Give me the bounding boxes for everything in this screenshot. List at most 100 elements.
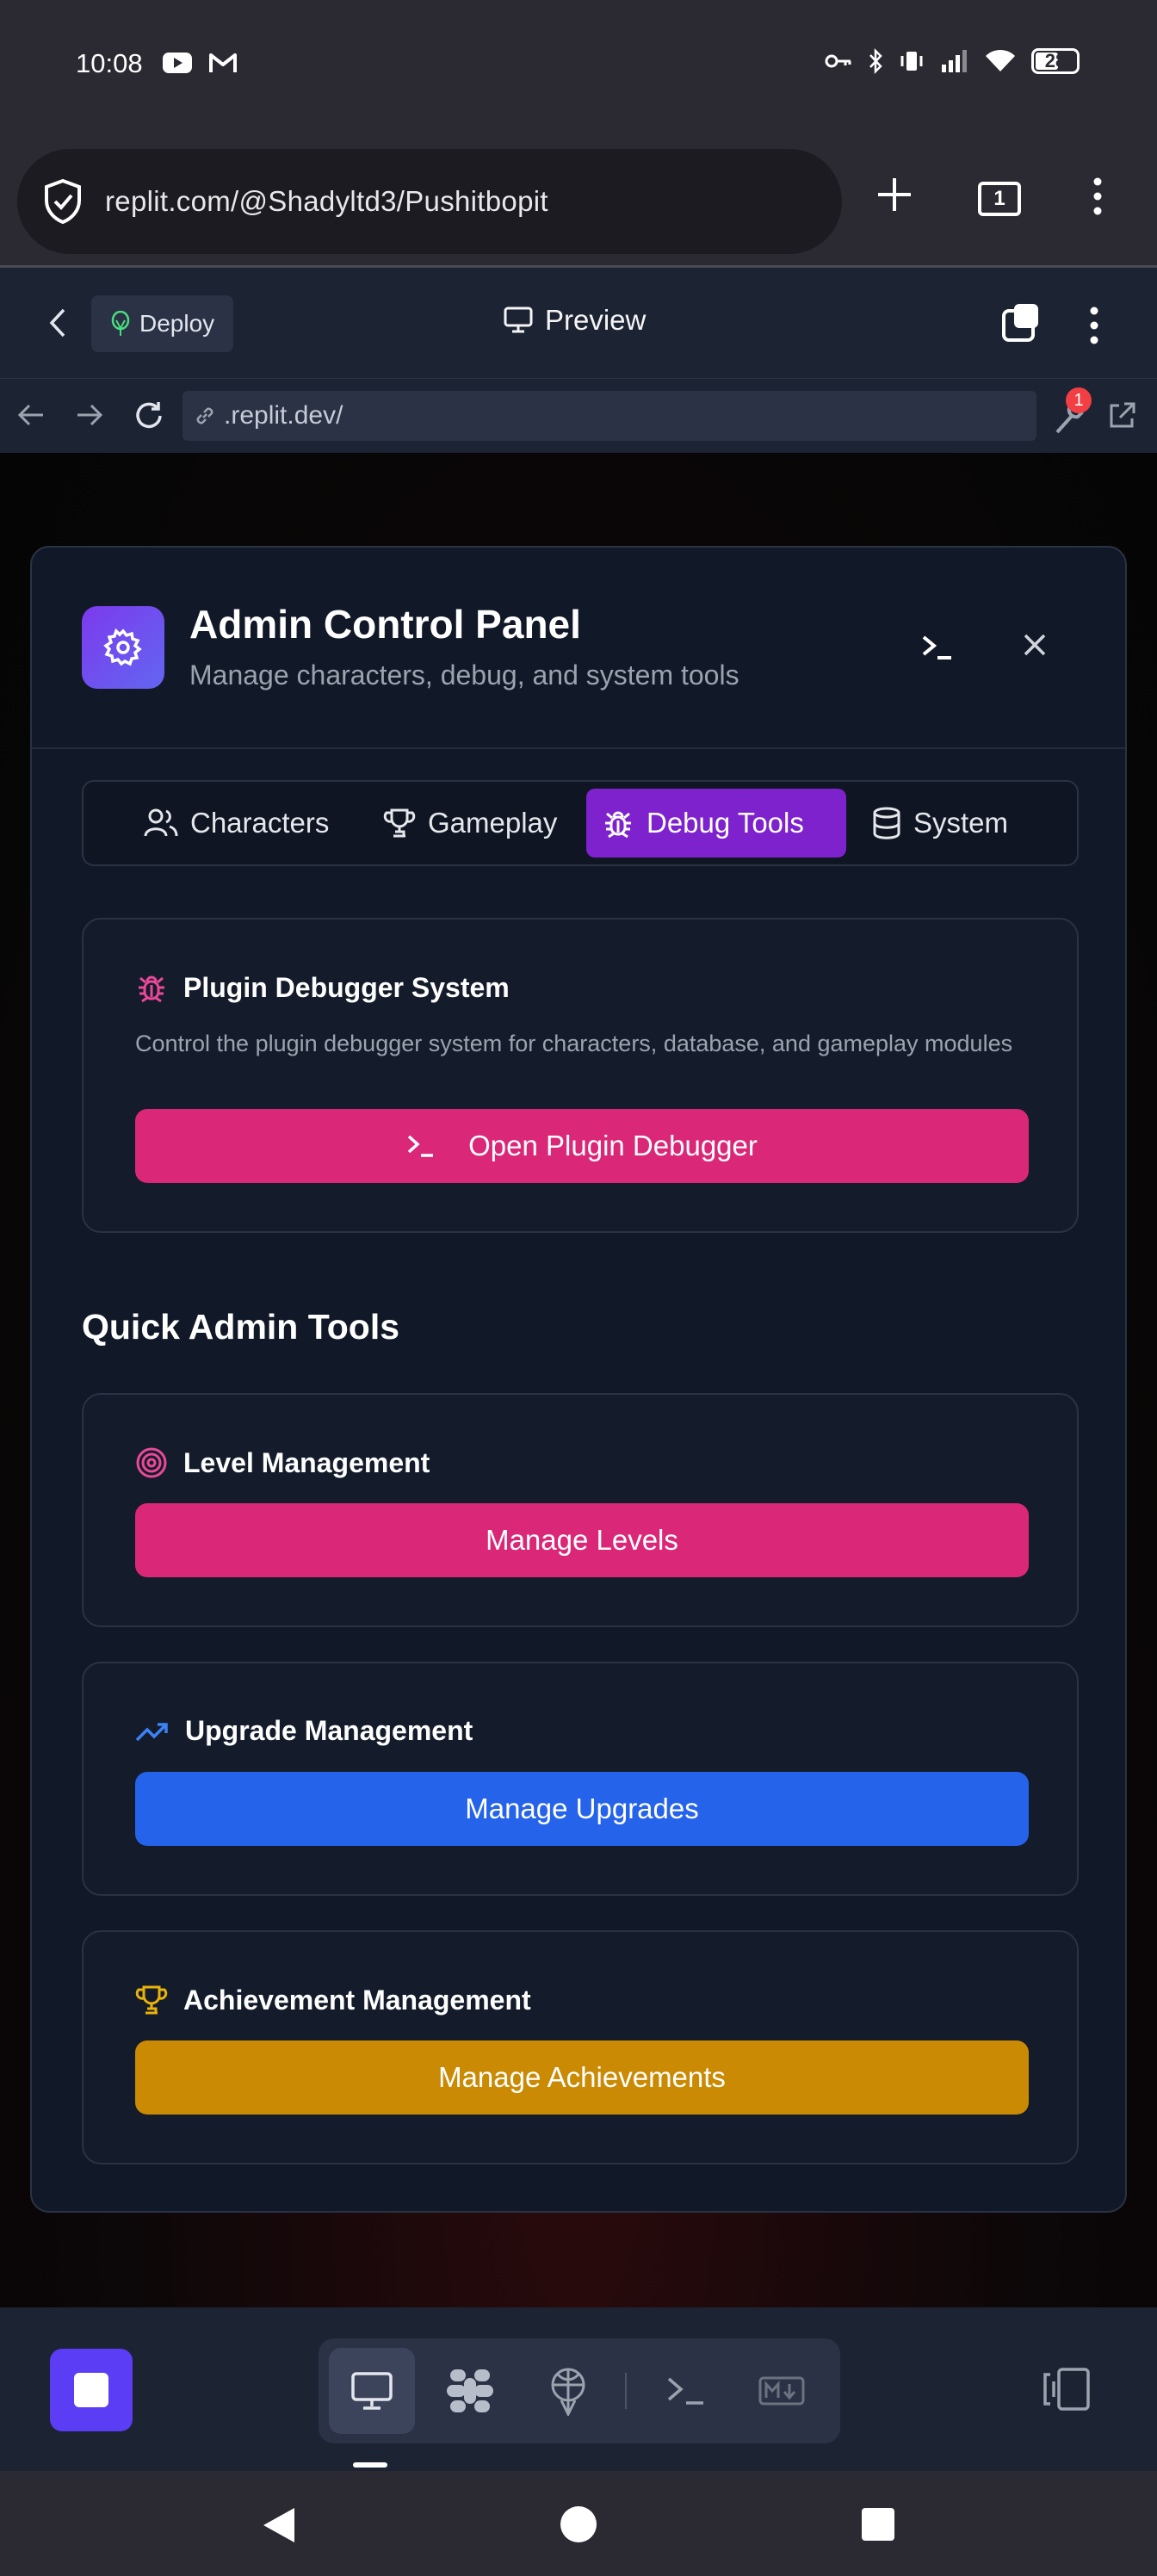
balloon-icon	[111, 311, 130, 336]
agent-tool-button[interactable]	[427, 2348, 513, 2434]
plugin-debugger-card: Plugin Debugger System Control the plugi…	[82, 918, 1079, 1233]
notification-badge: 1	[1066, 387, 1092, 413]
card-title: Upgrade Management	[135, 1715, 473, 1747]
target-icon	[136, 1447, 167, 1478]
back-chevron-icon[interactable]	[48, 307, 67, 338]
url-text[interactable]: replit.com/@Shadyltd3/Pushitbopit	[105, 185, 548, 218]
deploy-tool-button[interactable]	[525, 2348, 611, 2434]
tab-system[interactable]: System	[857, 789, 1024, 858]
signal-icon	[942, 50, 967, 72]
shell-tool-button[interactable]	[642, 2348, 728, 2434]
divider	[625, 2373, 627, 2409]
card-title-text: Upgrade Management	[185, 1715, 473, 1746]
achievement-management-card: Achievement Management Manage Achievemen…	[82, 1930, 1079, 2164]
preview-tab[interactable]: Preview	[504, 304, 646, 337]
terminal-icon[interactable]	[920, 632, 955, 663]
key-icon	[825, 54, 851, 68]
deploy-button[interactable]: Deploy	[91, 295, 234, 352]
clock: 10:08	[76, 48, 143, 78]
stop-button[interactable]	[50, 2349, 133, 2431]
modal-header: Admin Control Panel Manage characters, d…	[32, 548, 1125, 749]
gear-icon	[103, 628, 142, 666]
tab-label: System	[913, 807, 1009, 839]
card-description: Control the plugin debugger system for c…	[135, 1031, 1013, 1056]
manage-levels-button[interactable]: Manage Levels	[135, 1503, 1029, 1577]
balloon-icon	[551, 2368, 585, 2416]
battery-indicator: 28	[1031, 48, 1080, 74]
bug-icon	[605, 811, 631, 839]
browser-toolbar: replit.com/@Shadyltd3/Pushitbopit 1	[0, 133, 1157, 267]
deploy-label: Deploy	[139, 310, 215, 337]
close-icon[interactable]	[1022, 632, 1048, 658]
preview-label: Preview	[545, 304, 647, 336]
gmail-icon	[209, 53, 237, 72]
modal-subtitle: Manage characters, debug, and system too…	[189, 659, 739, 690]
replit-bottom-toolbar	[0, 2307, 1157, 2471]
refresh-icon[interactable]	[133, 399, 165, 432]
tab-gameplay[interactable]: Gameplay	[368, 789, 572, 858]
monitor-icon	[504, 307, 533, 333]
preview-tool-button[interactable]	[329, 2348, 415, 2434]
more-vertical-icon[interactable]	[1088, 306, 1100, 345]
tab-label: Gameplay	[428, 807, 558, 839]
card-title: Plugin Debugger System	[135, 971, 510, 1004]
admin-modal: Admin Control Panel Manage characters, d…	[30, 546, 1127, 2213]
users-icon	[144, 808, 178, 837]
tool-group	[319, 2338, 840, 2443]
back-triangle-icon[interactable]	[260, 2505, 296, 2545]
arrow-right-icon[interactable]	[76, 403, 103, 427]
tab-bar: Characters Gameplay Debug Tools System	[82, 780, 1079, 866]
manage-achievements-button[interactable]: Manage Achievements	[135, 2040, 1029, 2115]
tab-switcher-button[interactable]: 1	[978, 182, 1021, 216]
battery-level: 28	[1044, 50, 1067, 71]
trending-up-icon	[135, 1722, 168, 1741]
button-label: Open Plugin Debugger	[468, 1130, 758, 1161]
url-bar[interactable]: replit.com/@Shadyltd3/Pushitbopit	[17, 149, 842, 254]
database-icon	[873, 807, 900, 839]
arrow-left-icon[interactable]	[17, 403, 45, 427]
new-tab-icon[interactable]	[875, 175, 914, 214]
button-label: Manage Achievements	[438, 2061, 726, 2093]
terminal-icon	[407, 1135, 434, 1157]
button-label: Manage Upgrades	[465, 1793, 699, 1824]
modal-title: Admin Control Panel	[189, 602, 581, 647]
bug-icon	[139, 975, 164, 1003]
monitor-icon	[351, 2372, 393, 2410]
card-title-text: Plugin Debugger System	[183, 971, 510, 1003]
more-vertical-icon[interactable]	[1092, 176, 1104, 216]
terminal-icon	[667, 2377, 703, 2405]
status-bar: 10:08 28	[0, 0, 1157, 133]
link-icon	[196, 407, 213, 424]
active-indicator	[353, 2462, 387, 2468]
system-navigation-bar	[0, 2471, 1157, 2576]
bluetooth-icon	[869, 48, 882, 74]
tab-debug-tools[interactable]: Debug Tools	[586, 789, 846, 858]
card-title-text: Level Management	[183, 1446, 430, 1478]
open-plugin-debugger-button[interactable]: Open Plugin Debugger	[135, 1109, 1029, 1183]
recents-square-icon[interactable]	[861, 2507, 895, 2542]
window-icon[interactable]	[1000, 302, 1042, 344]
panel-toggle-icon[interactable]	[1040, 2366, 1092, 2412]
shield-check-icon[interactable]	[43, 178, 83, 225]
home-circle-icon[interactable]	[560, 2505, 597, 2543]
vibrate-icon	[900, 52, 923, 71]
manage-upgrades-button[interactable]: Manage Upgrades	[135, 1772, 1029, 1846]
replit-header: Deploy Preview	[0, 268, 1157, 378]
tab-characters[interactable]: Characters	[128, 789, 344, 858]
upgrade-management-card: Upgrade Management Manage Upgrades	[82, 1662, 1079, 1896]
markdown-tool-button[interactable]	[739, 2348, 825, 2434]
card-title: Level Management	[135, 1446, 430, 1479]
tab-label: Debug Tools	[647, 807, 804, 839]
external-link-icon[interactable]	[1107, 401, 1136, 430]
webview-address-bar[interactable]: .replit.dev/	[183, 391, 1036, 441]
card-title-text: Achievement Management	[183, 1984, 531, 2016]
webview-nav: .replit.dev/ 1	[0, 378, 1157, 453]
stop-icon	[74, 2373, 108, 2407]
quick-tools-heading: Quick Admin Tools	[82, 1307, 400, 1347]
markdown-icon	[758, 2376, 805, 2406]
card-title: Achievement Management	[135, 1984, 531, 2016]
agent-icon	[447, 2369, 493, 2412]
webview-address-text[interactable]: .replit.dev/	[224, 401, 343, 430]
trophy-icon	[383, 808, 416, 838]
youtube-icon	[163, 53, 192, 73]
